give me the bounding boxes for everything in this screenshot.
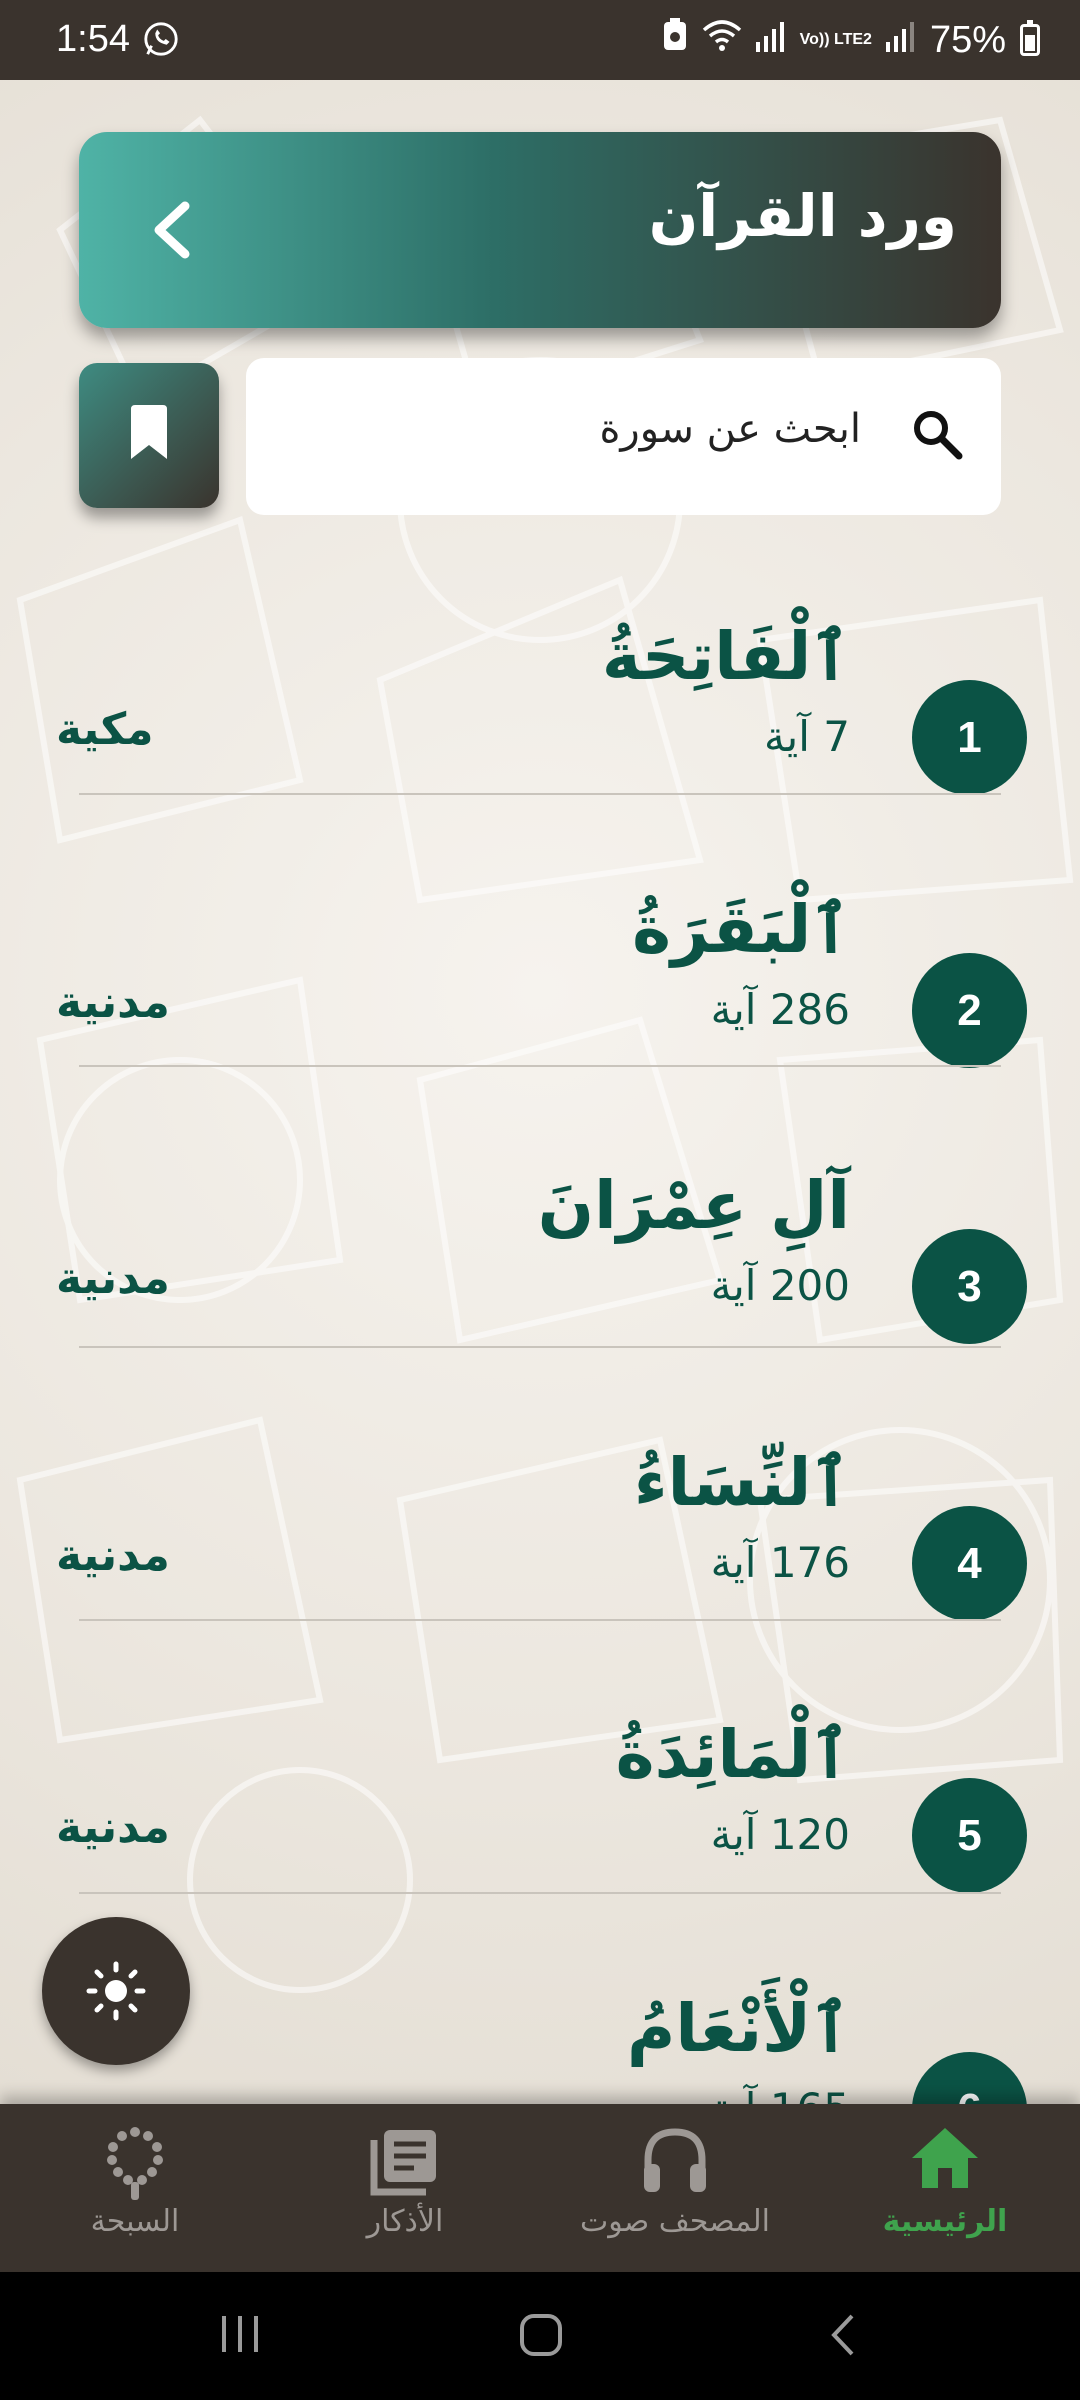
- battery-text: 75%: [929, 18, 1006, 61]
- surah-type: مكية: [56, 704, 154, 755]
- search-icon: [911, 408, 963, 464]
- bookmark-icon: [131, 405, 167, 459]
- main-content[interactable]: ورد القرآن ابحث عن سورة 1 ٱلْفَاتِحَةُ 7…: [0, 80, 1080, 2104]
- nav-label: السبحة: [90, 2204, 180, 2239]
- tasbih-icon: [100, 2126, 170, 2206]
- nav-item-audio-mushaf[interactable]: المصحف صوت: [540, 2104, 810, 2272]
- recent-apps-button[interactable]: [218, 2312, 262, 2360]
- surah-name: ٱلْفَاتِحَةُ: [601, 618, 850, 695]
- surah-name: آلِ عِمْرَانَ: [537, 1167, 850, 1244]
- system-navigation-bar: [0, 2272, 1080, 2400]
- nav-item-tasbih[interactable]: السبحة: [0, 2104, 270, 2272]
- surah-number: 3: [912, 1229, 1027, 1344]
- list-item[interactable]: 5 ٱلْمَائِدَةُ 120 آية مدنية: [0, 1676, 1080, 1946]
- signal-icon: [755, 19, 786, 62]
- divider: [79, 1619, 1001, 1621]
- surah-type: مدنية: [56, 1802, 170, 1853]
- surah-number: 6: [912, 2052, 1027, 2104]
- back-arrow-icon[interactable]: [143, 198, 203, 262]
- wifi-icon: [702, 19, 742, 62]
- battery-icon: [1020, 20, 1040, 56]
- status-icons: Vo)) LTE2 75%: [662, 18, 1040, 62]
- signal-2-icon: [885, 19, 916, 62]
- network-label: Vo)) LTE2: [799, 31, 872, 48]
- back-button[interactable]: [828, 2312, 858, 2362]
- sun-icon: [86, 1961, 146, 2021]
- surah-ayah-count: 176 آية: [710, 1538, 850, 1587]
- surah-type: مدنية: [56, 977, 170, 1028]
- surah-ayah-count: 165 آية: [711, 2084, 850, 2104]
- nav-label: الأذكار: [366, 2204, 444, 2239]
- list-item[interactable]: 1 ٱلْفَاتِحَةُ 7 آية مكية: [0, 578, 1080, 848]
- bookmark-button[interactable]: [79, 363, 219, 508]
- status-time: 1:54: [56, 18, 130, 60]
- divider: [79, 1892, 1001, 1894]
- surah-number: 2: [912, 953, 1027, 1068]
- bottom-navigation: السبحة الأذكار المصحف صوت الرئيسية: [0, 2104, 1080, 2272]
- surah-number: 4: [912, 1506, 1027, 1621]
- surah-ayah-count: 286 آية: [710, 985, 850, 1034]
- list-item[interactable]: 3 آلِ عِمْرَانَ 200 آية مدنية: [0, 1127, 1080, 1397]
- search-input[interactable]: ابحث عن سورة: [246, 358, 1001, 515]
- list-item[interactable]: 4 ٱلنِّسَاءُ 176 آية مدنية: [0, 1404, 1080, 1674]
- surah-type: مدنية: [56, 1530, 170, 1581]
- book-list-icon: [370, 2126, 440, 2200]
- nav-item-azkar[interactable]: الأذكار: [270, 2104, 540, 2272]
- whatsapp-icon: [142, 20, 182, 60]
- nav-item-home[interactable]: الرئيسية: [810, 2104, 1080, 2272]
- surah-ayah-count: 7 آية: [764, 712, 850, 761]
- surah-number: 5: [912, 1778, 1027, 1893]
- home-button[interactable]: [518, 2312, 564, 2362]
- search-placeholder: ابحث عن سورة: [599, 406, 861, 452]
- surah-ayah-count: 200 آية: [710, 1261, 850, 1310]
- surah-name: ٱلْمَائِدَةُ: [615, 1716, 850, 1793]
- home-icon: [910, 2126, 980, 2194]
- page-title: ورد القرآن: [648, 182, 957, 250]
- headphones-icon: [640, 2126, 710, 2200]
- surah-name: ٱلنِّسَاءُ: [633, 1444, 850, 1521]
- divider: [79, 793, 1001, 795]
- surah-name: ٱلْأَنْعَامُ: [626, 1990, 850, 2067]
- status-bar: 1:54 Vo)) LTE2 75%: [0, 0, 1080, 80]
- nav-label: المصحف صوت: [579, 2204, 770, 2239]
- header-bar: ورد القرآن: [79, 132, 1001, 328]
- surah-name: ٱلْبَقَرَةُ: [632, 891, 850, 968]
- divider: [79, 1346, 1001, 1348]
- divider: [79, 1065, 1001, 1067]
- theme-toggle-button[interactable]: [42, 1917, 190, 2065]
- list-item[interactable]: 2 ٱلْبَقَرَةُ 286 آية مدنية: [0, 851, 1080, 1121]
- nav-label: الرئيسية: [882, 2204, 1008, 2239]
- data-saver-icon: [662, 18, 688, 62]
- surah-type: مدنية: [56, 1253, 170, 1304]
- surah-ayah-count: 120 آية: [710, 1810, 850, 1859]
- surah-number: 1: [912, 680, 1027, 795]
